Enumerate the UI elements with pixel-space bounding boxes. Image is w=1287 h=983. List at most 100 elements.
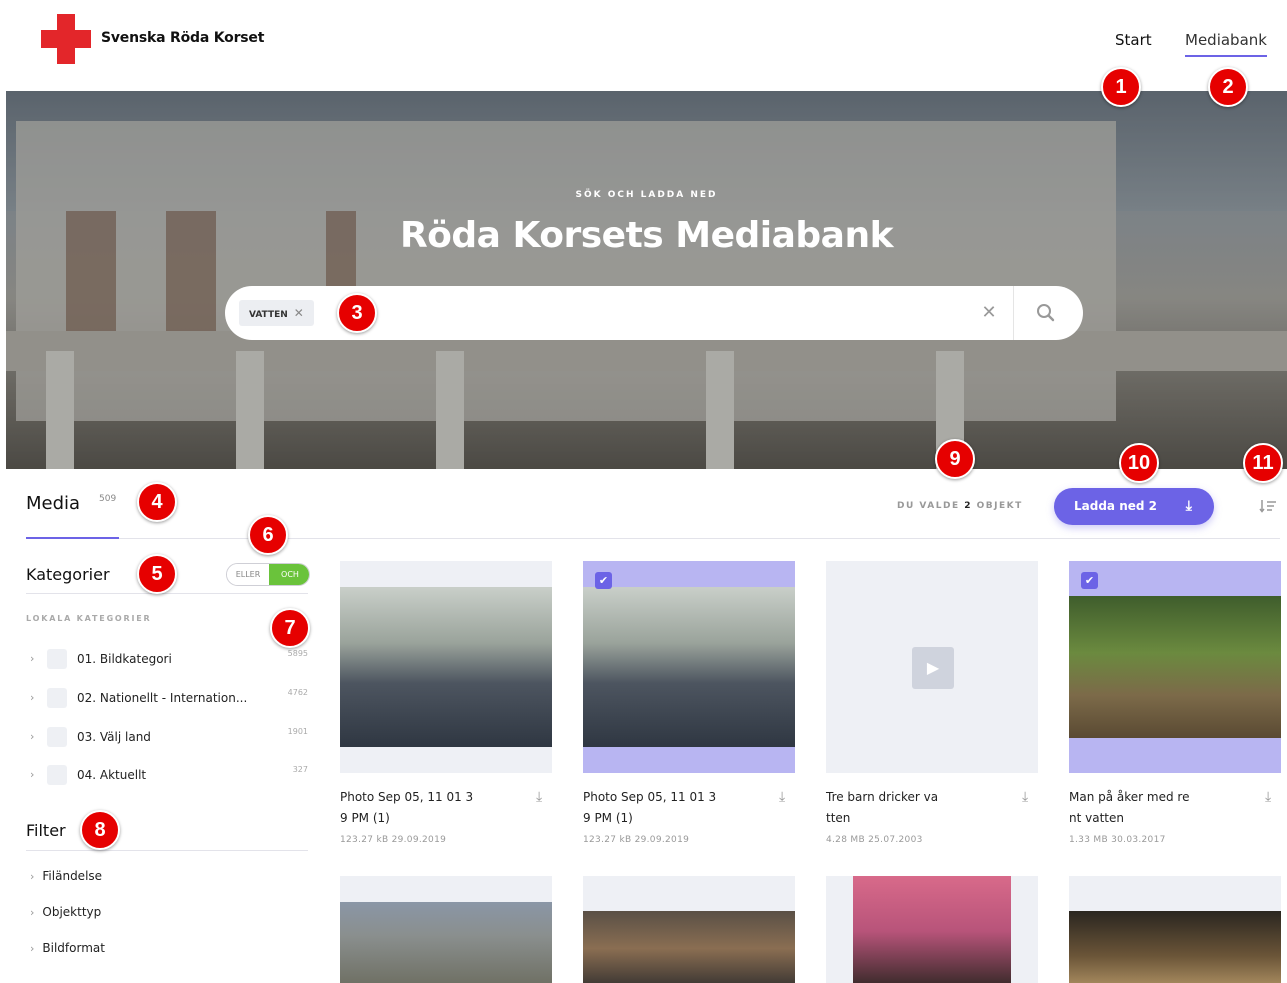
checkmark-icon[interactable]: ✔ (1081, 572, 1098, 589)
category-label: 02. Nationellt - Internation... (77, 691, 248, 705)
categories-heading: Kategorier (26, 565, 110, 584)
site-header: Svenska Röda Korset Start Mediabank (0, 0, 1287, 88)
media-meta: 1.33 MB 30.03.2017 (1069, 835, 1166, 845)
category-item[interactable]: › 02. Nationellt - Internation... 4762 (26, 688, 310, 712)
hero-kicker: SÖK OCH LADDA NED (575, 190, 718, 200)
search-chip[interactable]: VATTEN ✕ (239, 300, 314, 326)
chevron-right-icon[interactable]: › (30, 691, 34, 704)
family-photo (853, 876, 1011, 983)
brand-name[interactable]: Svenska Röda Korset (101, 30, 264, 46)
category-checkbox[interactable] (47, 688, 67, 708)
nav-mediabank[interactable]: Mediabank (1185, 31, 1267, 57)
category-label: 04. Aktuellt (77, 768, 147, 782)
annotation-marker: 3 (337, 293, 377, 333)
category-item[interactable]: › 03. Välj land 1901 (26, 727, 310, 751)
media-thumbnail[interactable] (583, 876, 795, 983)
and-or-toggle[interactable]: ELLER OCH (226, 563, 310, 586)
filter-item[interactable]: › Filändelse (30, 869, 102, 883)
chevron-right-icon[interactable]: › (30, 906, 34, 919)
category-count: 5895 (287, 649, 308, 658)
media-meta: 123.27 kB 29.09.2019 (583, 835, 690, 845)
annotation-marker: 11 (1243, 443, 1283, 483)
toolbar-divider (26, 538, 1280, 539)
sort-icon[interactable] (1259, 498, 1277, 514)
category-count: 4762 (287, 688, 308, 697)
download-icon[interactable]: ⤓ (779, 789, 785, 805)
play-icon[interactable]: ▶ (912, 647, 954, 689)
media-tab-underline (26, 537, 119, 539)
clear-search-icon[interactable]: ✕ (977, 300, 1001, 326)
filter-label: Filändelse (42, 869, 103, 883)
search-divider (1013, 286, 1014, 340)
media-count: 509 (99, 494, 117, 504)
category-checkbox[interactable] (47, 727, 67, 747)
annotation-marker: 7 (270, 608, 310, 648)
search-chip-label: VATTEN (249, 310, 288, 320)
media-tab[interactable]: Media (26, 493, 80, 514)
field-photo (1069, 596, 1281, 738)
annotation-marker: 1 (1101, 67, 1141, 107)
search-icon[interactable] (1031, 298, 1061, 328)
filter-label: Objekttyp (42, 905, 102, 919)
filter-item[interactable]: › Bildformat (30, 941, 105, 955)
media-title[interactable]: Man på åker med re nt vatten (1069, 787, 1249, 829)
media-thumbnail[interactable]: ✔ (583, 561, 795, 773)
filter-label: Bildformat (42, 941, 105, 955)
hero-banner: SÖK OCH LADDA NED Röda Korsets Mediabank (6, 91, 1287, 469)
annotation-marker: 4 (137, 482, 177, 522)
filter-item[interactable]: › Objekttyp (30, 905, 101, 919)
chevron-right-icon[interactable]: › (30, 730, 34, 743)
chevron-right-icon[interactable]: › (30, 942, 34, 955)
download-selected-button[interactable]: Ladda ned 2 ⤓ (1054, 488, 1214, 525)
category-label: 01. Bildkategori (77, 652, 172, 666)
category-item[interactable]: › 01. Bildkategori 5895 (26, 649, 310, 673)
filter-heading: Filter (26, 821, 66, 840)
media-title[interactable]: Photo Sep 05, 11 01 39 PM (1) (340, 787, 520, 829)
chevron-right-icon[interactable]: › (30, 870, 34, 883)
category-checkbox[interactable] (47, 649, 67, 669)
category-count: 327 (292, 765, 308, 774)
boxes-photo (1069, 911, 1281, 983)
selected-count-info: DU VALDE 2 OBJEKT (897, 501, 1023, 511)
cargo-photo (340, 587, 552, 747)
media-thumbnail[interactable]: ▶ (826, 561, 1038, 773)
category-checkbox[interactable] (47, 765, 67, 785)
download-icon[interactable]: ⤓ (1265, 789, 1271, 805)
media-thumbnail[interactable] (826, 876, 1038, 983)
annotation-marker: 5 (137, 554, 177, 594)
download-icon[interactable]: ⤓ (1022, 789, 1028, 805)
annotation-marker: 8 (80, 810, 120, 850)
media-thumbnail[interactable] (1069, 876, 1281, 983)
nav-start[interactable]: Start (1115, 31, 1152, 49)
annotation-marker: 10 (1119, 443, 1159, 483)
local-categories-heading: LOKALA KATEGORIER (26, 614, 152, 623)
chevron-right-icon[interactable]: › (30, 768, 34, 781)
media-meta: 123.27 kB 29.09.2019 (340, 835, 447, 845)
checkmark-icon[interactable]: ✔ (595, 572, 612, 589)
annotation-marker: 6 (248, 515, 288, 555)
chip-remove-icon[interactable]: ✕ (294, 306, 304, 320)
toggle-eller[interactable]: ELLER (227, 564, 269, 585)
person-photo (583, 911, 795, 983)
download-button-label: Ladda ned 2 (1074, 499, 1157, 513)
media-title[interactable]: Photo Sep 05, 11 01 39 PM (1) (583, 787, 763, 829)
airfield-photo (340, 902, 552, 983)
category-label: 03. Välj land (77, 730, 151, 744)
annotation-marker: 9 (935, 439, 975, 479)
cargo-photo (583, 587, 795, 747)
media-title[interactable]: Tre barn dricker va tten (826, 787, 1006, 829)
media-thumbnail[interactable] (340, 561, 552, 773)
download-icon[interactable]: ⤓ (536, 789, 542, 805)
download-icon: ⤓ (1185, 498, 1192, 514)
hero-title: Röda Korsets Mediabank (399, 215, 894, 256)
media-thumbnail[interactable] (340, 876, 552, 983)
chevron-right-icon[interactable]: › (30, 652, 34, 665)
categories-divider (26, 593, 308, 594)
media-meta: 4.28 MB 25.07.2003 (826, 835, 923, 845)
media-thumbnail[interactable]: ✔ (1069, 561, 1281, 773)
toggle-och[interactable]: OCH (269, 564, 309, 585)
category-count: 1901 (287, 727, 308, 736)
red-cross-logo[interactable] (41, 14, 91, 64)
annotation-marker: 2 (1208, 67, 1248, 107)
category-item[interactable]: › 04. Aktuellt 327 (26, 765, 310, 789)
